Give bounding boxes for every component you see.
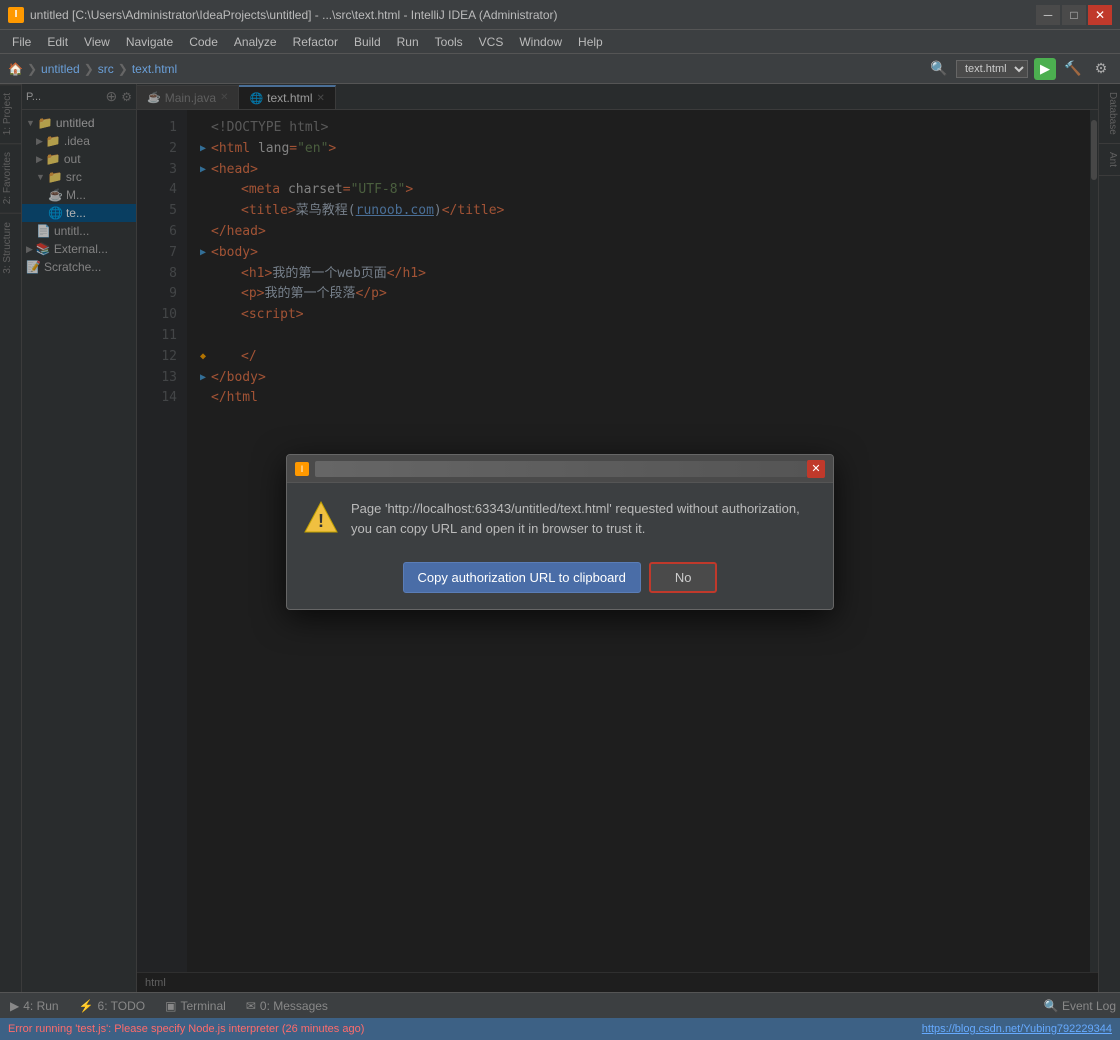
dialog-message: Page 'http://localhost:63343/untitled/te… [351, 499, 817, 538]
tab-run[interactable]: ▶ 4: Run [4, 997, 65, 1015]
messages-label: 0: Messages [260, 999, 328, 1013]
dialog-close-button[interactable]: ✕ [807, 460, 825, 478]
no-button[interactable]: No [649, 562, 718, 593]
dialog-body: ! Page 'http://localhost:63343/untitled/… [287, 483, 833, 554]
todo-icon: ⚡ [79, 999, 94, 1013]
breadcrumb-project[interactable]: untitled [41, 62, 80, 76]
menu-analyze[interactable]: Analyze [226, 33, 285, 51]
menu-build[interactable]: Build [346, 33, 389, 51]
terminal-label: Terminal [180, 999, 225, 1013]
menu-edit[interactable]: Edit [39, 33, 76, 51]
menu-bar: File Edit View Navigate Code Analyze Ref… [0, 30, 1120, 54]
tab-messages[interactable]: ✉ 0: Messages [240, 997, 334, 1015]
breadcrumb-src[interactable]: src [98, 62, 114, 76]
breadcrumb-file[interactable]: text.html [132, 62, 177, 76]
maximize-button[interactable]: □ [1062, 5, 1086, 25]
run-button[interactable]: ▶ [1034, 58, 1056, 80]
status-link[interactable]: https://blog.csdn.net/Yubing792229344 [922, 1023, 1112, 1035]
copy-auth-url-button[interactable]: Copy authorization URL to clipboard [403, 562, 641, 593]
tab-terminal[interactable]: ▣ Terminal [159, 997, 232, 1015]
settings-button[interactable]: ⚙ [1090, 58, 1112, 80]
status-bar: Error running 'test.js': Please specify … [0, 1018, 1120, 1040]
toolbar: 🏠 ❯ untitled ❯ src ❯ text.html 🔍 text.ht… [0, 54, 1120, 84]
minimize-button[interactable]: ─ [1036, 5, 1060, 25]
breadcrumb-home-icon: 🏠 [8, 62, 23, 76]
build-button[interactable]: 🔨 [1062, 58, 1084, 80]
dialog-icon: I [295, 462, 309, 476]
menu-view[interactable]: View [76, 33, 118, 51]
svg-text:!: ! [318, 511, 324, 531]
search-button[interactable]: 🔍 [928, 58, 950, 80]
authorization-dialog: I ✕ ! Page 'http://localhost:63343/untit… [286, 454, 834, 610]
menu-file[interactable]: File [4, 33, 39, 51]
dialog-title [315, 461, 807, 477]
menu-vcs[interactable]: VCS [471, 33, 512, 51]
warning-icon: ! [303, 499, 339, 535]
todo-label: 6: TODO [98, 999, 146, 1013]
breadcrumb-sep2: ❯ [84, 62, 94, 76]
breadcrumb-sep3: ❯ [118, 62, 128, 76]
title-bar: I untitled [C:\Users\Administrator\IdeaP… [0, 0, 1120, 30]
menu-refactor[interactable]: Refactor [285, 33, 346, 51]
breadcrumb: 🏠 ❯ untitled ❯ src ❯ text.html [8, 62, 177, 76]
status-error-text: Error running 'test.js': Please specify … [8, 1023, 364, 1035]
messages-icon: ✉ [246, 999, 256, 1013]
app-icon: I [8, 7, 24, 23]
terminal-icon: ▣ [165, 999, 176, 1013]
run-icon: ▶ [10, 999, 19, 1013]
dialog-buttons: Copy authorization URL to clipboard No [287, 554, 833, 609]
dialog-title-bar: I ✕ [287, 455, 833, 483]
event-log[interactable]: 🔍 Event Log [1044, 999, 1116, 1013]
breadcrumb-sep1: ❯ [27, 62, 37, 76]
bottom-tabs: ▶ 4: Run ⚡ 6: TODO ▣ Terminal ✉ 0: Messa… [0, 992, 1120, 1018]
menu-code[interactable]: Code [181, 33, 226, 51]
status-right: https://blog.csdn.net/Yubing792229344 [922, 1023, 1112, 1035]
window-controls: ─ □ ✕ [1036, 5, 1112, 25]
file-dropdown[interactable]: text.html [956, 60, 1028, 78]
tab-todo[interactable]: ⚡ 6: TODO [73, 997, 152, 1015]
title-bar-text: untitled [C:\Users\Administrator\IdeaPro… [30, 8, 1036, 22]
menu-window[interactable]: Window [511, 33, 570, 51]
menu-tools[interactable]: Tools [427, 33, 471, 51]
close-button[interactable]: ✕ [1088, 5, 1112, 25]
menu-run[interactable]: Run [389, 33, 427, 51]
toolbar-right: 🔍 text.html ▶ 🔨 ⚙ [928, 58, 1112, 80]
dialog-overlay: I ✕ ! Page 'http://localhost:63343/untit… [0, 84, 1120, 992]
run-label: 4: Run [23, 999, 58, 1013]
menu-help[interactable]: Help [570, 33, 611, 51]
menu-navigate[interactable]: Navigate [118, 33, 181, 51]
